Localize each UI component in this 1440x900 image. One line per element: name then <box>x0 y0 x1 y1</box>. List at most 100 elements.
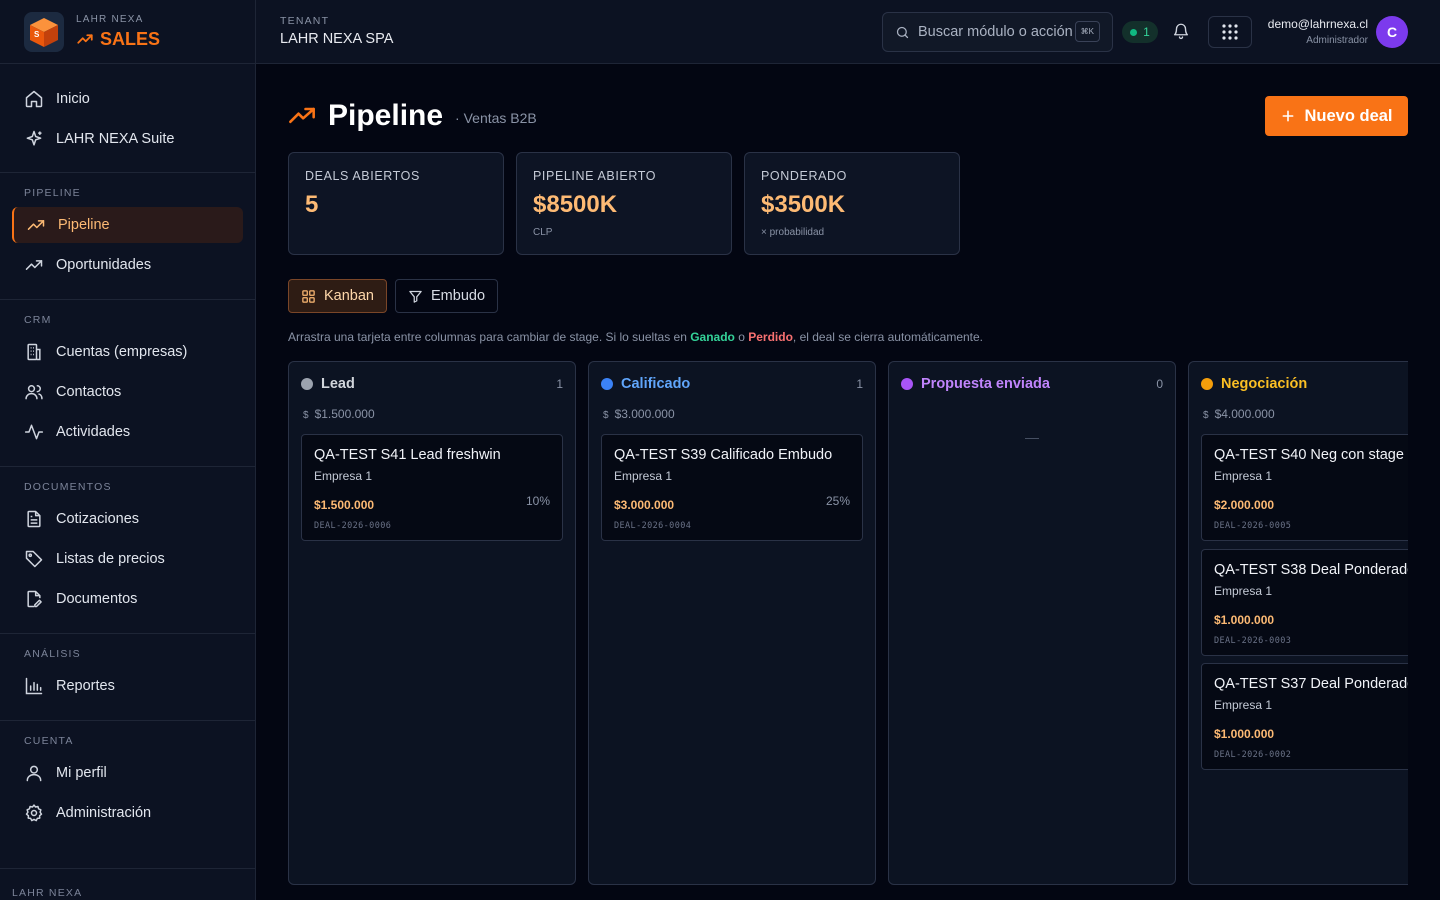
deal-card[interactable]: QA-TEST S41 Lead freshwin Empresa 1 $1.5… <box>301 434 563 541</box>
nav-section-analisis: ANÁLISIS Reportes <box>0 634 255 721</box>
hint-text: Arrastra una tarjeta entre columnas para… <box>288 330 691 344</box>
deal-amount: $1.000.000 <box>1214 613 1275 627</box>
nav-section-label: CRM <box>24 314 52 326</box>
user-info[interactable]: demo@lahrnexa.cl Administrador <box>1268 17 1368 46</box>
stage-dot <box>1201 378 1213 390</box>
column-header: Lead <box>301 376 355 392</box>
sidebar-item-cuentas[interactable]: Cuentas (empresas) <box>12 334 243 370</box>
kanban-column-propuesta[interactable]: Propuesta enviada 0 — <box>888 361 1176 885</box>
sidebar: S LAHR NEXA SALES Inicio LAHR NEXA Suite… <box>0 0 256 900</box>
deal-title: QA-TEST S39 Calificado Embudo <box>614 447 833 463</box>
kpi-label: PONDERADO <box>761 169 847 183</box>
sidebar-item-oportunidades[interactable]: Oportunidades <box>12 247 243 283</box>
column-title: Propuesta enviada <box>921 376 1050 392</box>
hint-text: o <box>734 330 749 344</box>
users-icon <box>25 385 43 400</box>
sidebar-item-administracion[interactable]: Administración <box>12 795 243 831</box>
nav-section-label: PIPELINE <box>24 187 81 199</box>
main-content: Pipeline · Ventas B2B Nuevo deal DEALS A… <box>288 64 1408 900</box>
sidebar-item-mi-perfil[interactable]: Mi perfil <box>12 755 243 791</box>
kanban-view-button[interactable]: Kanban <box>288 279 387 313</box>
apps-grid-button[interactable] <box>1208 16 1252 48</box>
sidebar-footer: LAHR NEXA <box>0 868 255 900</box>
filter-icon <box>409 290 422 303</box>
home-icon <box>25 90 43 108</box>
deal-card[interactable]: QA-TEST S38 Deal Ponderado Empresa 1 $1.… <box>1201 549 1408 656</box>
deal-id: DEAL-2026-0002 <box>1214 750 1292 760</box>
sidebar-item-pipeline[interactable]: Pipeline <box>12 207 243 243</box>
logo-icon: S <box>24 11 64 52</box>
brand[interactable]: S LAHR NEXA SALES <box>0 0 255 64</box>
deal-id: DEAL-2026-0004 <box>614 521 692 531</box>
drag-hint: Arrastra una tarjeta entre columnas para… <box>288 330 983 344</box>
hint-lost: Perdido <box>748 330 793 344</box>
kpi-value: $3500K <box>761 191 846 218</box>
sidebar-item-label: Cotizaciones <box>56 511 140 527</box>
avatar[interactable]: C <box>1376 16 1408 48</box>
kanban-column-calificado[interactable]: Calificado 1 $ $3.000.000 QA-TEST S39 Cal… <box>588 361 876 885</box>
bar-chart-icon <box>25 677 43 695</box>
sidebar-item-contactos[interactable]: Contactos <box>12 374 243 410</box>
kpi-value: $8500K <box>533 191 618 218</box>
search-input[interactable]: Buscar módulo o acción ⌘K <box>882 12 1113 52</box>
stage-dot <box>901 378 913 390</box>
kpi-card-deals: DEALS ABIERTOS 5 <box>288 152 504 255</box>
kanban-column-negociacion[interactable]: Negociación $ $4.000.000 QA-TEST S40 Neg … <box>1188 361 1408 885</box>
sidebar-item-reportes[interactable]: Reportes <box>12 668 243 704</box>
top-header: TENANT LAHR NEXA SPA Buscar módulo o acc… <box>256 0 1440 64</box>
search-icon <box>896 26 909 38</box>
sidebar-item-label: Contactos <box>56 384 122 400</box>
brand-name: SALES <box>100 28 161 49</box>
trending-up-icon <box>25 260 43 270</box>
kpi-value: 5 <box>305 191 319 218</box>
deal-probability: 25% <box>825 494 850 508</box>
nav-section-label: CUENTA <box>24 735 74 747</box>
currency-icon: $ <box>1203 410 1209 421</box>
deal-card[interactable]: QA-TEST S39 Calificado Embudo Empresa 1 … <box>601 434 863 541</box>
nav-section-pipeline: PIPELINE Pipeline Oportunidades <box>0 173 255 300</box>
column-total: $ $3.000.000 <box>603 407 675 421</box>
new-deal-button[interactable]: Nuevo deal <box>1265 96 1408 136</box>
deal-amount: $3.000.000 <box>614 498 675 512</box>
file-text-icon <box>27 510 41 528</box>
deal-amount: $2.000.000 <box>1214 498 1275 512</box>
page-title: Pipeline <box>328 99 444 132</box>
column-header: Propuesta enviada <box>901 376 1050 392</box>
deal-id: DEAL-2026-0003 <box>1214 636 1292 646</box>
status-count: 1 <box>1143 25 1150 39</box>
sidebar-item-actividades[interactable]: Actividades <box>12 414 243 450</box>
gear-icon <box>25 804 43 822</box>
status-dot <box>1130 28 1138 36</box>
user-email: demo@lahrnexa.cl <box>1267 17 1368 31</box>
building-icon <box>27 343 41 361</box>
sidebar-item-listas-precios[interactable]: Listas de precios <box>12 541 243 577</box>
search-placeholder: Buscar módulo o acción <box>918 24 1073 40</box>
nav-section-documentos: DOCUMENTOS Cotizaciones Listas de precio… <box>0 467 255 634</box>
trending-up-icon <box>27 220 45 230</box>
sidebar-item-label: Cuentas (empresas) <box>56 344 188 360</box>
kpi-row: DEALS ABIERTOS 5 PIPELINE ABIERTO $8500K… <box>288 152 960 255</box>
deal-card[interactable]: QA-TEST S37 Deal Ponderado Empresa 1 $1.… <box>1201 663 1408 770</box>
kanban-column-lead[interactable]: Lead 1 $ $1.500.000 QA-TEST S41 Lead fres… <box>288 361 576 885</box>
nav-section-label: DOCUMENTOS <box>24 481 112 493</box>
nav-top: Inicio LAHR NEXA Suite <box>0 64 255 173</box>
user-icon <box>26 765 42 782</box>
sidebar-item-label: LAHR NEXA Suite <box>56 131 175 147</box>
deal-card[interactable]: QA-TEST S40 Neg con stage to Empresa 1 $… <box>1201 434 1408 541</box>
column-title: Lead <box>321 376 355 392</box>
notifications-button[interactable] <box>1172 22 1190 45</box>
sidebar-item-inicio[interactable]: Inicio <box>12 81 243 117</box>
funnel-view-button[interactable]: Embudo <box>395 279 499 313</box>
sidebar-item-documentos[interactable]: Documentos <box>12 581 243 617</box>
column-total: $ $1.500.000 <box>303 407 375 421</box>
apps-grid-icon <box>1222 24 1238 40</box>
sidebar-item-label: Inicio <box>56 91 90 107</box>
hint-text: , el deal se cierra automáticamente. <box>792 330 984 344</box>
kanban-icon <box>302 289 315 303</box>
sidebar-item-suite[interactable]: LAHR NEXA Suite <box>12 121 243 157</box>
kanban-label: Kanban <box>324 288 374 304</box>
sidebar-item-cotizaciones[interactable]: Cotizaciones <box>12 501 243 537</box>
status-badge[interactable]: 1 <box>1122 21 1158 43</box>
column-header: Negociación <box>1201 376 1307 392</box>
sidebar-item-label: Administración <box>56 805 152 821</box>
